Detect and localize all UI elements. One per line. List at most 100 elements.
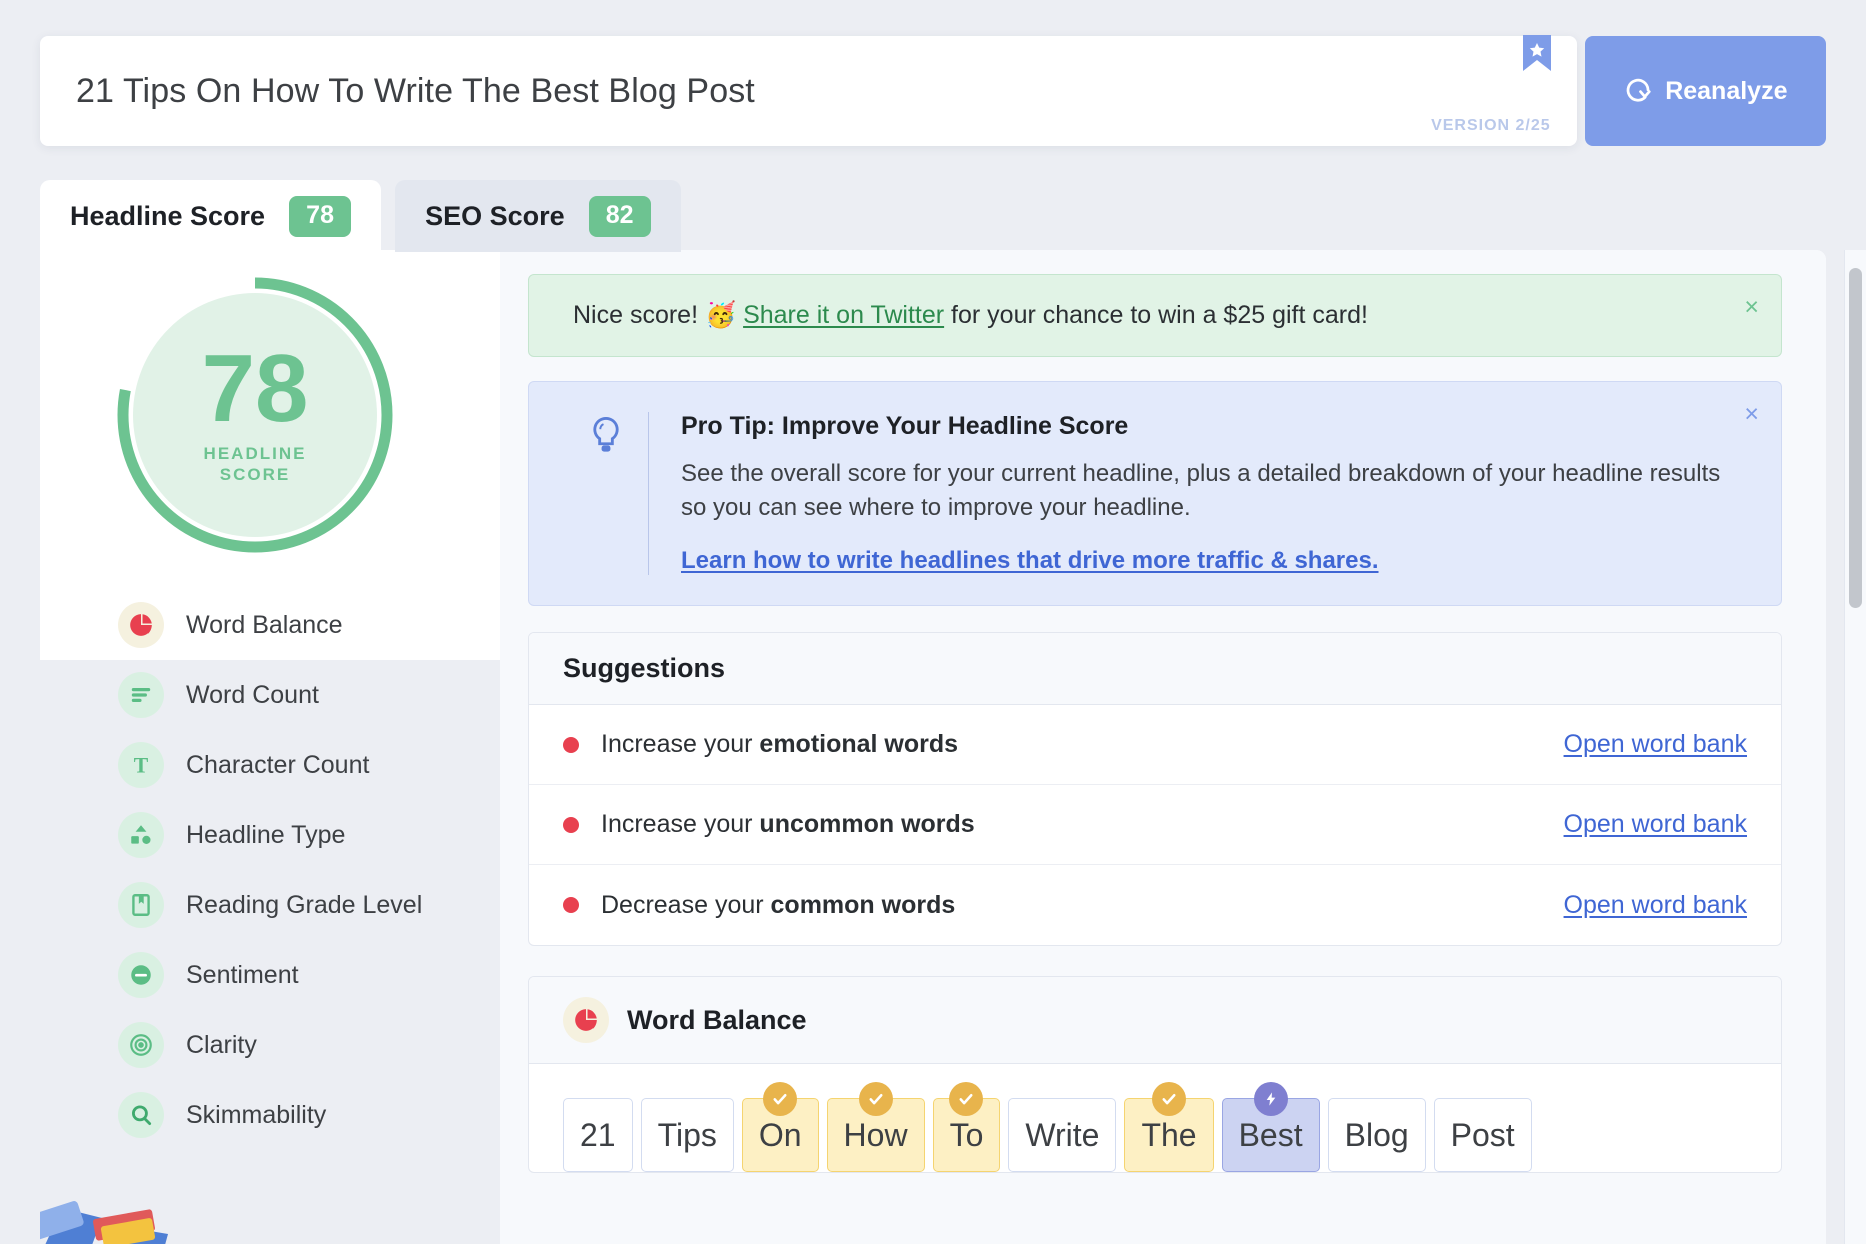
magnifier-icon bbox=[118, 1092, 164, 1138]
word-tile[interactable]: On bbox=[742, 1098, 819, 1172]
target-icon bbox=[118, 1022, 164, 1068]
sidebar-item-reading-grade-level[interactable]: Reading Grade Level bbox=[40, 870, 500, 940]
check-icon bbox=[763, 1082, 797, 1116]
suggestion-emphasis: common words bbox=[771, 891, 956, 919]
tab-seo-score-label: SEO Score bbox=[425, 201, 565, 232]
status-dot bbox=[563, 897, 579, 913]
gauge-score-label: HEADLINE SCORE bbox=[204, 443, 307, 486]
pro-tip-description: See the overall score for your current h… bbox=[681, 457, 1721, 525]
word-tile[interactable]: The bbox=[1124, 1098, 1213, 1172]
sidebar-item-headline-type[interactable]: Headline Type bbox=[40, 800, 500, 870]
word-tile-label: Post bbox=[1451, 1117, 1515, 1154]
version-label: VERSION 2/25 bbox=[1431, 117, 1551, 135]
close-icon[interactable]: × bbox=[1744, 295, 1759, 320]
headline-input-value[interactable]: 21 Tips On How To Write The Best Blog Po… bbox=[76, 72, 755, 111]
content-scrollbar-thumb[interactable] bbox=[1849, 268, 1862, 608]
check-icon bbox=[1152, 1082, 1186, 1116]
suggestion-prefix: Decrease your bbox=[601, 891, 771, 919]
word-tile[interactable]: Tips bbox=[641, 1098, 734, 1172]
suggestion-emphasis: uncommon words bbox=[759, 810, 974, 838]
suggestion-row: Increase your uncommon words Open word b… bbox=[529, 785, 1781, 865]
reanalyze-label: Reanalyze bbox=[1665, 77, 1787, 106]
sidebar-item-character-count[interactable]: T Character Count bbox=[40, 730, 500, 800]
headline-score-gauge: 78 HEADLINE SCORE bbox=[115, 275, 395, 555]
sidebar-item-label: Reading Grade Level bbox=[186, 891, 422, 920]
sidebar-item-sentiment[interactable]: Sentiment bbox=[40, 940, 500, 1010]
pro-tip-body: Pro Tip: Improve Your Headline Score See… bbox=[649, 412, 1721, 575]
word-tile-label: Tips bbox=[658, 1117, 717, 1154]
bookmark-star-icon[interactable] bbox=[1523, 35, 1551, 71]
lightning-bolt-icon bbox=[1254, 1082, 1288, 1116]
party-face-emoji: 🥳 bbox=[705, 301, 736, 329]
pro-tip-learn-link[interactable]: Learn how to write headlines that drive … bbox=[681, 547, 1379, 575]
suggestion-prefix: Increase your bbox=[601, 730, 759, 758]
sidebar-item-word-balance[interactable]: Word Balance bbox=[40, 590, 500, 660]
pro-tip-title: Pro Tip: Improve Your Headline Score bbox=[681, 412, 1721, 441]
word-balance-title: Word Balance bbox=[627, 1005, 807, 1036]
word-tile-label: To bbox=[950, 1117, 984, 1154]
reanalyze-button[interactable]: Reanalyze bbox=[1585, 36, 1826, 146]
open-word-bank-link[interactable]: Open word bank bbox=[1564, 891, 1747, 920]
word-tile-label: Best bbox=[1239, 1117, 1303, 1154]
share-score-text: Nice score! 🥳 Share it on Twitter for yo… bbox=[573, 301, 1368, 330]
share-alert-prefix: Nice score! bbox=[573, 301, 705, 329]
word-tile[interactable]: Write bbox=[1008, 1098, 1116, 1172]
word-tile-label: 21 bbox=[580, 1117, 616, 1154]
tab-seo-score[interactable]: SEO Score 82 bbox=[395, 180, 681, 252]
sidebar-item-label: Clarity bbox=[186, 1031, 257, 1060]
sidebar-item-skimmability[interactable]: Skimmability bbox=[40, 1080, 500, 1150]
tab-headline-score-badge: 78 bbox=[289, 196, 351, 237]
letter-t-icon: T bbox=[118, 742, 164, 788]
gauge-label-line1: HEADLINE bbox=[204, 444, 307, 463]
word-tile[interactable]: How bbox=[827, 1098, 925, 1172]
word-tile-label: Blog bbox=[1345, 1117, 1409, 1154]
share-alert-suffix: for your chance to win a $25 gift card! bbox=[944, 301, 1368, 329]
word-tile[interactable]: To bbox=[933, 1098, 1001, 1172]
tab-headline-score-label: Headline Score bbox=[70, 201, 265, 232]
sidebar-item-word-count[interactable]: Word Count bbox=[40, 660, 500, 730]
open-word-bank-link[interactable]: Open word bank bbox=[1564, 730, 1747, 759]
share-on-twitter-link[interactable]: Share it on Twitter bbox=[743, 301, 944, 329]
tab-seo-score-badge: 82 bbox=[589, 196, 651, 237]
word-tile[interactable]: Blog bbox=[1328, 1098, 1426, 1172]
shapes-icon bbox=[118, 812, 164, 858]
word-tile-list: 21 Tips On How To Write The Best Blog Post bbox=[563, 1098, 1747, 1172]
pie-chart-icon bbox=[118, 602, 164, 648]
word-tile-label: On bbox=[759, 1117, 802, 1154]
lightbulb-icon bbox=[563, 412, 649, 575]
results-content: Nice score! 🥳 Share it on Twitter for yo… bbox=[500, 250, 1826, 1244]
tab-headline-score[interactable]: Headline Score 78 bbox=[40, 180, 381, 252]
suggestion-emphasis: emotional words bbox=[759, 730, 958, 758]
app-root: 21 Tips On How To Write The Best Blog Po… bbox=[0, 0, 1866, 1244]
sidebar-item-label: Word Count bbox=[186, 681, 319, 710]
suggestion-text: Decrease your common words bbox=[601, 891, 955, 920]
suggestion-prefix: Increase your bbox=[601, 810, 759, 838]
svg-text:T: T bbox=[134, 754, 149, 778]
main-panel: 78 HEADLINE SCORE bbox=[40, 250, 1826, 1244]
word-tile[interactable]: Best bbox=[1222, 1098, 1320, 1172]
open-word-bank-link[interactable]: Open word bank bbox=[1564, 810, 1747, 839]
suggestions-card: Suggestions Increase your emotional word… bbox=[528, 632, 1782, 946]
pro-tip-alert: Pro Tip: Improve Your Headline Score See… bbox=[528, 381, 1782, 606]
word-balance-card: Word Balance 21 Tips On How To Write The Best Bl… bbox=[528, 976, 1782, 1173]
word-tile-label: How bbox=[844, 1117, 908, 1154]
word-tile[interactable]: Post bbox=[1434, 1098, 1532, 1172]
suggestion-text: Increase your uncommon words bbox=[601, 810, 975, 839]
gauge-label-line2: SCORE bbox=[220, 465, 290, 484]
score-tabs: Headline Score 78 SEO Score 82 bbox=[40, 180, 681, 252]
word-balance-body: 21 Tips On How To Write The Best Blog Post bbox=[529, 1064, 1781, 1172]
suggestion-text: Increase your emotional words bbox=[601, 730, 958, 759]
status-dot bbox=[563, 737, 579, 753]
headline-input[interactable]: 21 Tips On How To Write The Best Blog Po… bbox=[40, 36, 1577, 146]
sidebar-item-clarity[interactable]: Clarity bbox=[40, 1010, 500, 1080]
status-dot bbox=[563, 817, 579, 833]
suggestion-row: Decrease your common words Open word ban… bbox=[529, 865, 1781, 945]
bar-lines-icon bbox=[118, 672, 164, 718]
score-sidebar: 78 HEADLINE SCORE bbox=[40, 250, 500, 1244]
refresh-icon bbox=[1623, 76, 1653, 106]
word-tile[interactable]: 21 bbox=[563, 1098, 633, 1172]
word-tile-label: The bbox=[1141, 1117, 1196, 1154]
word-tile-label: Write bbox=[1025, 1117, 1099, 1154]
close-icon[interactable]: × bbox=[1744, 402, 1759, 427]
share-score-alert: Nice score! 🥳 Share it on Twitter for yo… bbox=[528, 274, 1782, 357]
